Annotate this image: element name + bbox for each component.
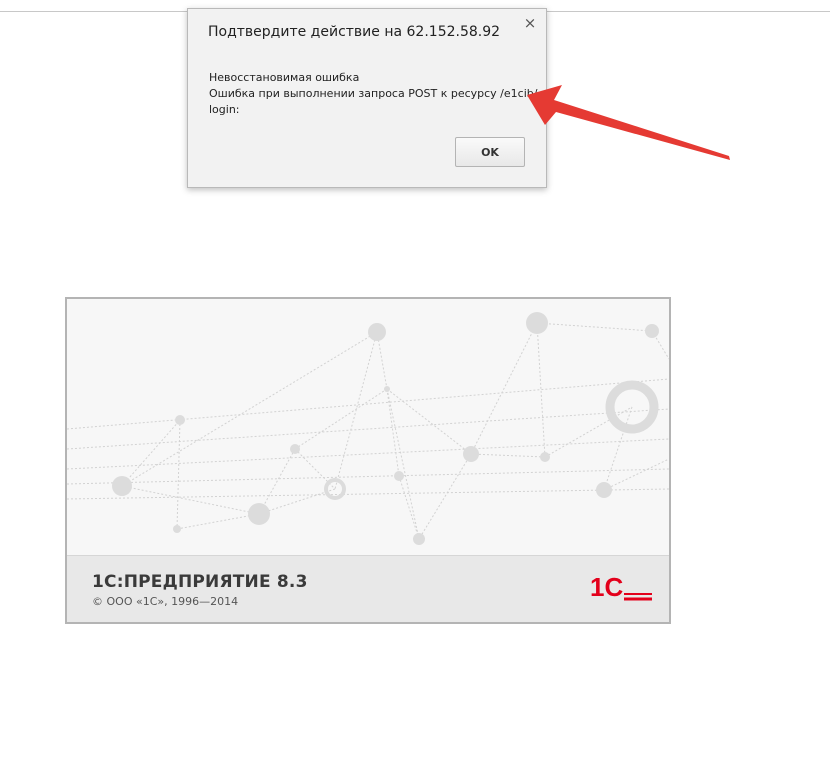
network-graphic xyxy=(67,312,669,545)
copyright-text: © ООО «1С», 1996—2014 xyxy=(92,595,239,608)
1c-logo-icon: 1С xyxy=(590,573,652,602)
logo-text: 1С xyxy=(590,573,623,602)
splash-footer: 1С:ПРЕДПРИЯТИЕ 8.3 © ООО «1С», 1996—2014… xyxy=(67,555,669,622)
arrow-shape xyxy=(527,85,730,160)
product-name: 1С:ПРЕДПРИЯТИЕ 8.3 xyxy=(92,572,308,592)
splash-screen: 1С:ПРЕДПРИЯТИЕ 8.3 © ООО «1С», 1996—2014… xyxy=(65,297,671,624)
